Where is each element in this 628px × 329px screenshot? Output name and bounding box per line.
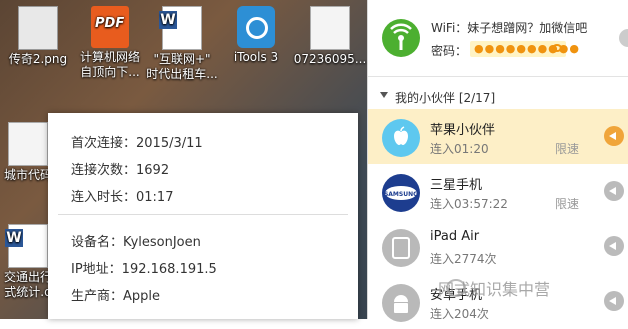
vendor-text: 生产商：Apple xyxy=(71,289,161,304)
desktop-icon-label: "互联网+" xyxy=(153,52,211,66)
device-item-apple[interactable]: 苹果小伙伴 连入01:20 限速 xyxy=(368,109,628,164)
device-action-button[interactable] xyxy=(604,126,624,146)
svg-text:SAMSUNG: SAMSUNG xyxy=(384,191,418,198)
device-name: 三星手机 xyxy=(430,178,483,193)
desktop-icon-label: iTools 3 xyxy=(233,50,279,64)
collapse-arrow-icon[interactable] xyxy=(619,29,628,47)
wifi-signal-icon xyxy=(382,19,420,57)
desktop-icon-label: 计算机网络 xyxy=(79,50,140,64)
device-status: 连入2774次 xyxy=(430,252,497,266)
ip-address-text: IP地址：192.168.191.5 xyxy=(71,262,217,277)
word-file-icon: W xyxy=(159,6,202,50)
desktop-icon-label: 07236095... xyxy=(293,52,367,66)
desktop-icon-word[interactable]: W "互联网+" 时代出租车... xyxy=(144,0,220,82)
device-action-button[interactable] xyxy=(604,236,624,256)
divider xyxy=(58,214,348,215)
wifi-password-label: 密码： xyxy=(431,44,468,58)
desktop-icon-itools[interactable]: iTools 3 xyxy=(218,0,294,65)
document-file-icon xyxy=(310,6,350,50)
desktop-icon-png[interactable]: 传奇2.png xyxy=(0,0,76,67)
eye-icon[interactable] xyxy=(552,44,562,52)
speed-limit-link[interactable]: 限速 xyxy=(555,195,579,212)
device-status: 连入204次 xyxy=(430,307,489,321)
desktop-icon-label-line2: 时代出租车... xyxy=(146,67,218,81)
document-file-icon xyxy=(8,122,48,166)
wifi-ssid-label: WiFi：妹子想蹭网？加微信吧 xyxy=(431,21,588,35)
device-status: 连入03:57:22 xyxy=(430,197,508,211)
device-name: iPad Air xyxy=(430,229,480,244)
device-status: 连入01:20 xyxy=(430,142,489,156)
device-action-button[interactable] xyxy=(604,181,624,201)
first-connect-text: 首次连接：2015/3/11 xyxy=(71,136,203,151)
password-mask: ●●●●●●●●●● xyxy=(474,42,580,55)
samsung-icon: SAMSUNG xyxy=(382,174,420,212)
image-file-icon xyxy=(18,6,58,50)
connect-count-text: 连接次数：1692 xyxy=(71,163,170,178)
watermark-text: 网式知识集中营 xyxy=(438,280,551,299)
caret-down-icon xyxy=(380,92,388,98)
device-name-text: 设备名：KylesonJoen xyxy=(71,235,201,250)
word-file-icon: W xyxy=(5,224,48,268)
friends-group-label: 我的小伙伴 [2/17] xyxy=(395,91,496,105)
android-icon xyxy=(382,284,420,322)
device-item-ipad[interactable]: iPad Air 连入2774次 xyxy=(368,219,628,274)
desktop-icon-label-line2: 自顶向下... xyxy=(80,65,140,79)
itools-icon xyxy=(237,6,275,48)
device-item-samsung[interactable]: SAMSUNG 三星手机 连入03:57:22 限速 xyxy=(368,164,628,219)
apple-icon xyxy=(382,119,420,157)
connect-duration-text: 连入时长：01:17 xyxy=(71,190,174,205)
desktop-icon-pdf[interactable]: PDF 计算机网络 自顶向下... xyxy=(72,0,148,80)
ipad-icon xyxy=(382,229,420,267)
device-name: 苹果小伙伴 xyxy=(430,123,496,138)
wifi-share-panel: WiFi：妹子想蹭网？加微信吧 密码： ●●●●●●●●●● 我的小伙伴 [2/… xyxy=(367,0,628,322)
speed-limit-link[interactable]: 限速 xyxy=(555,140,579,157)
desktop-icon-label: 传奇2.png xyxy=(8,52,68,66)
wifi-info-header: WiFi：妹子想蹭网？加微信吧 密码： ●●●●●●●●●● xyxy=(368,0,628,77)
password-field[interactable]: ●●●●●●●●●● xyxy=(470,41,579,57)
device-action-button[interactable] xyxy=(604,291,624,311)
friends-group-header[interactable]: 我的小伙伴 [2/17] xyxy=(368,86,628,108)
desktop-icon-doc[interactable]: 07236095... xyxy=(292,0,368,67)
pdf-file-icon: PDF xyxy=(91,6,129,48)
device-info-tooltip: 首次连接：2015/3/11 连接次数：1692 连入时长：01:17 设备名：… xyxy=(48,113,358,319)
